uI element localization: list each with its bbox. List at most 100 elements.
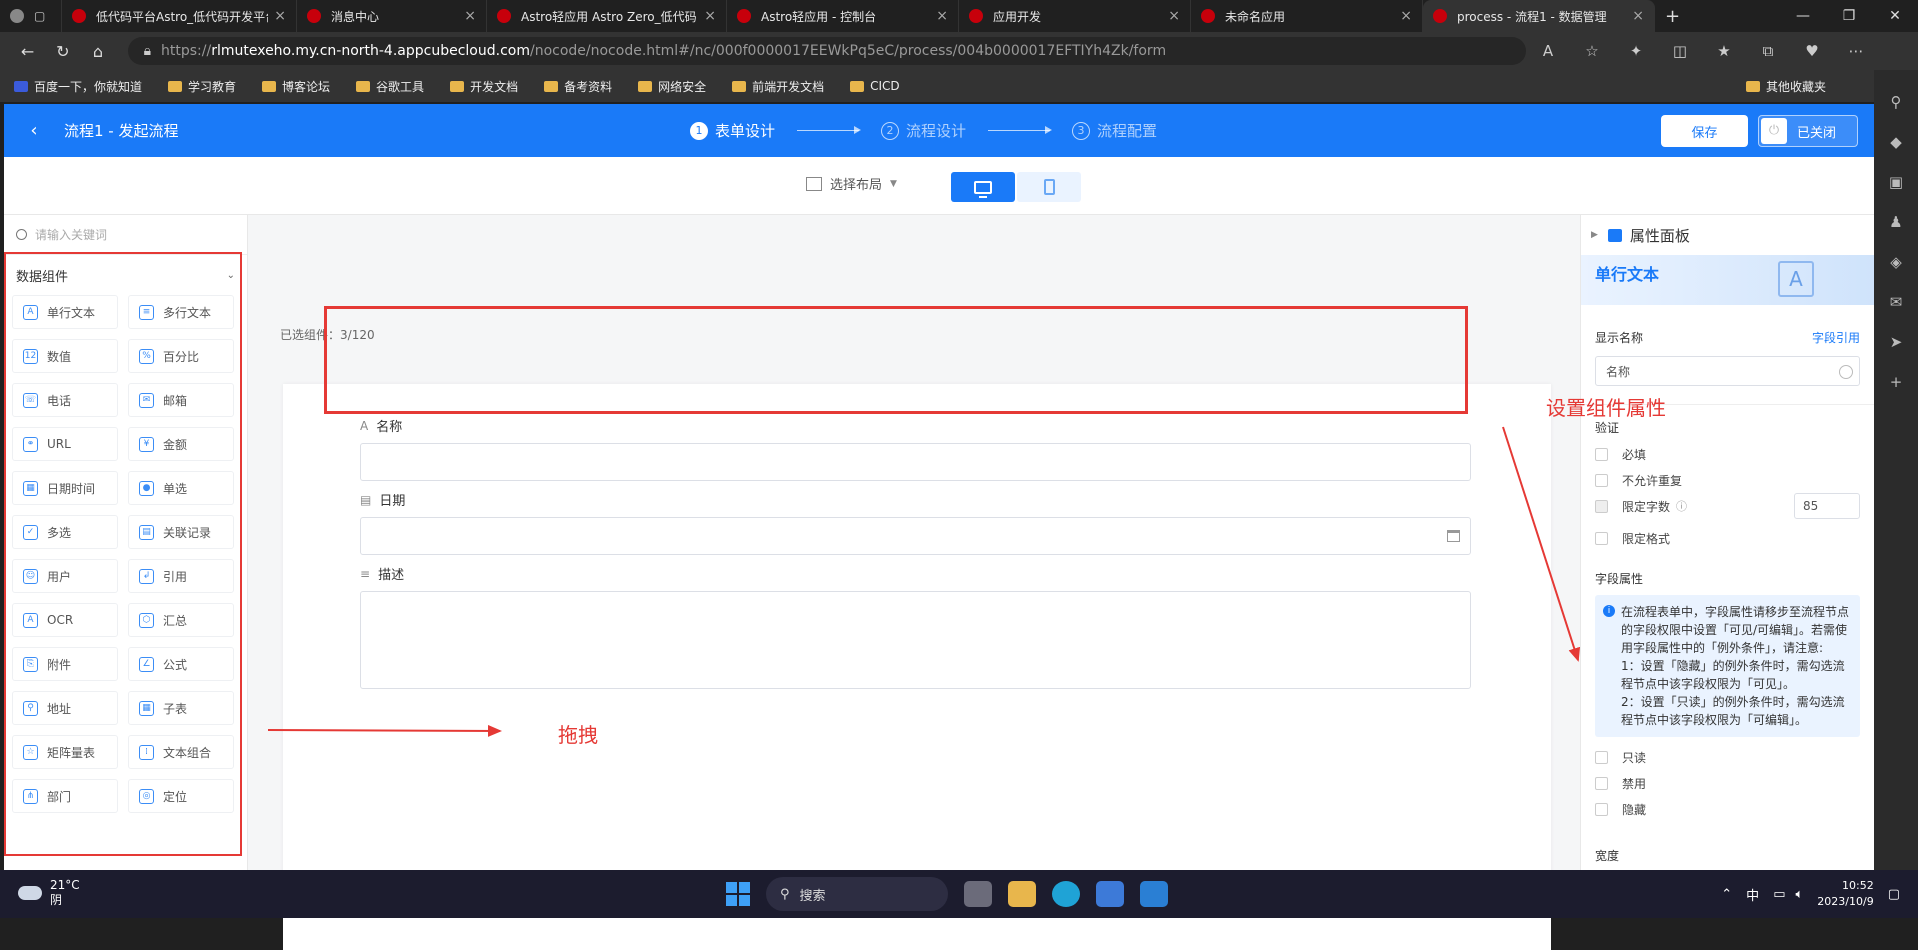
performance-icon[interactable]: ♥ bbox=[1790, 42, 1834, 60]
browser-tab-6[interactable]: process - 流程1 - 数据管理 × bbox=[1423, 0, 1655, 32]
extensions-icon[interactable]: ✦ bbox=[1614, 42, 1658, 60]
mobile-view-button[interactable] bbox=[1017, 172, 1081, 202]
games-icon[interactable]: ♟ bbox=[1889, 202, 1902, 242]
favorite-star-icon[interactable]: ☆ bbox=[1570, 42, 1614, 60]
profile-tab-area[interactable]: ▢ bbox=[0, 0, 62, 32]
step-form-design[interactable]: 1 表单设计 bbox=[690, 120, 775, 141]
display-name-input[interactable]: 名称 bbox=[1595, 356, 1860, 386]
component-item[interactable]: ⚲ 地址 bbox=[12, 691, 118, 725]
checkbox[interactable] bbox=[1595, 750, 1608, 764]
task-view-icon[interactable] bbox=[964, 881, 992, 907]
group-header[interactable]: 数据组件 ⌄ bbox=[4, 255, 247, 295]
component-item[interactable]: ▦ 子表 bbox=[128, 691, 234, 725]
component-item[interactable]: ⬡ 汇总 bbox=[128, 603, 234, 637]
checkbox[interactable] bbox=[1595, 447, 1608, 461]
closed-toggle[interactable]: ⏻ 已关闭 bbox=[1758, 115, 1858, 147]
component-item[interactable]: % 百分比 bbox=[128, 339, 234, 373]
limit-length-input[interactable]: 85 bbox=[1794, 493, 1860, 519]
tab-actions-icon[interactable]: ▢ bbox=[34, 9, 45, 23]
save-button[interactable]: 保存 bbox=[1661, 115, 1748, 147]
refresh-icon[interactable]: ↻ bbox=[45, 42, 80, 61]
minimize-icon[interactable]: — bbox=[1780, 8, 1826, 24]
component-item[interactable]: ● 单选 bbox=[128, 471, 234, 505]
component-item[interactable]: ⚭ URL bbox=[12, 427, 118, 461]
checkbox[interactable] bbox=[1595, 473, 1608, 487]
attr-hidden[interactable]: 隐藏 bbox=[1581, 801, 1874, 817]
component-item[interactable]: ∠ 公式 bbox=[128, 647, 234, 681]
checkbox[interactable] bbox=[1595, 776, 1608, 790]
help-icon[interactable]: ⓘ bbox=[1676, 498, 1687, 514]
attr-readonly[interactable]: 只读 bbox=[1581, 749, 1874, 765]
bookmark-folder[interactable]: 谷歌工具 bbox=[356, 78, 424, 95]
step-process-config[interactable]: 3 流程配置 bbox=[1072, 120, 1157, 141]
validation-limit-length[interactable]: 限定字数 ⓘ 85 bbox=[1581, 493, 1874, 519]
volume-icon[interactable]: 🔈︎ bbox=[1795, 887, 1803, 902]
browser-tab-2[interactable]: Astro轻应用 Astro Zero_低代码 × bbox=[487, 0, 727, 32]
home-icon[interactable]: ⌂ bbox=[80, 42, 115, 61]
close-icon[interactable]: × bbox=[1168, 8, 1180, 24]
component-item[interactable]: ☆ 矩阵量表 bbox=[12, 735, 118, 769]
component-item[interactable]: ⋔ 部门 bbox=[12, 779, 118, 813]
favorites-icon[interactable]: ★ bbox=[1702, 42, 1746, 60]
close-icon[interactable]: × bbox=[704, 8, 716, 24]
layout-select[interactable]: 选择布局 ▼ bbox=[806, 174, 897, 193]
close-icon[interactable]: × bbox=[1632, 8, 1644, 24]
vscode-icon[interactable] bbox=[1140, 881, 1168, 907]
more-icon[interactable]: ⋯ bbox=[1834, 42, 1878, 60]
component-item[interactable]: ✓ 多选 bbox=[12, 515, 118, 549]
edge-icon[interactable] bbox=[1052, 881, 1080, 907]
bookmark-baidu[interactable]: 百度一下，你就知道 bbox=[14, 78, 142, 95]
search-icon[interactable]: ⚲ bbox=[1891, 82, 1902, 122]
ime-indicator[interactable]: 中 bbox=[1746, 885, 1759, 904]
clear-icon[interactable] bbox=[1839, 365, 1853, 379]
back-icon[interactable]: ← bbox=[10, 42, 45, 61]
notification-icon[interactable]: ▢ bbox=[1888, 887, 1900, 902]
bookmark-folder[interactable]: 开发文档 bbox=[450, 78, 518, 95]
step-process-design[interactable]: 2 流程设计 bbox=[881, 120, 966, 141]
bookmark-folder[interactable]: 网络安全 bbox=[638, 78, 706, 95]
desktop-view-button[interactable] bbox=[951, 172, 1015, 202]
component-item[interactable]: ▤ 关联记录 bbox=[128, 515, 234, 549]
component-item[interactable]: ▦ 日期时间 bbox=[12, 471, 118, 505]
component-item[interactable]: A OCR bbox=[12, 603, 118, 637]
bookmark-folder[interactable]: CICD bbox=[850, 79, 900, 93]
close-icon[interactable]: × bbox=[936, 8, 948, 24]
close-icon[interactable]: × bbox=[464, 8, 476, 24]
component-item[interactable]: A 单行文本 bbox=[12, 295, 118, 329]
bookmark-folder[interactable]: 博客论坛 bbox=[262, 78, 330, 95]
calendar-icon[interactable] bbox=[1447, 530, 1460, 542]
split-screen-icon[interactable]: ◫ bbox=[1658, 42, 1702, 60]
component-item[interactable]: 12 数值 bbox=[12, 339, 118, 373]
checkbox[interactable] bbox=[1595, 499, 1608, 513]
component-item[interactable]: ¥ 金额 bbox=[128, 427, 234, 461]
component-search-input[interactable]: 请输入关键词 bbox=[4, 215, 247, 255]
send-icon[interactable]: ➤ bbox=[1890, 322, 1903, 362]
window-close-icon[interactable]: ✕ bbox=[1872, 8, 1918, 24]
weather-widget[interactable]: 21°C 阴 bbox=[18, 878, 80, 908]
bookmark-folder[interactable]: 学习教育 bbox=[168, 78, 236, 95]
add-icon[interactable]: + bbox=[1890, 362, 1903, 402]
windows-start-icon[interactable] bbox=[726, 882, 750, 906]
office-icon[interactable]: ◈ bbox=[1890, 242, 1902, 282]
browser-tab-1[interactable]: 消息中心 × bbox=[297, 0, 487, 32]
form-field-description[interactable]: ≡ 描述 bbox=[360, 564, 1471, 689]
back-arrow-icon[interactable]: ‹ bbox=[4, 120, 64, 141]
checkbox[interactable] bbox=[1595, 802, 1608, 816]
description-textarea[interactable] bbox=[360, 591, 1471, 689]
bookmark-other-favorites[interactable]: 其他收藏夹 bbox=[1745, 78, 1826, 95]
collections-icon[interactable]: ⧉ bbox=[1746, 42, 1790, 60]
name-input[interactable] bbox=[360, 443, 1471, 481]
browser-tab-0[interactable]: 低代码平台Astro_低代码开发平台 × bbox=[62, 0, 297, 32]
form-field-date[interactable]: ▤ 日期 bbox=[360, 490, 1471, 555]
field-reference-link[interactable]: 字段引用 bbox=[1812, 329, 1860, 346]
network-icon[interactable]: ▭ bbox=[1773, 887, 1785, 902]
checkbox[interactable] bbox=[1595, 531, 1608, 545]
component-item[interactable]: ≡ 多行文本 bbox=[128, 295, 234, 329]
date-input[interactable] bbox=[360, 517, 1471, 555]
read-aloud-icon[interactable]: A bbox=[1526, 42, 1570, 60]
bookmark-folder[interactable]: 备考资料 bbox=[544, 78, 612, 95]
component-item[interactable]: ⎘ 附件 bbox=[12, 647, 118, 681]
restore-icon[interactable]: ❐ bbox=[1826, 8, 1872, 24]
component-item[interactable]: ↲ 引用 bbox=[128, 559, 234, 593]
form-field-name[interactable]: A 名称 bbox=[360, 416, 1471, 481]
